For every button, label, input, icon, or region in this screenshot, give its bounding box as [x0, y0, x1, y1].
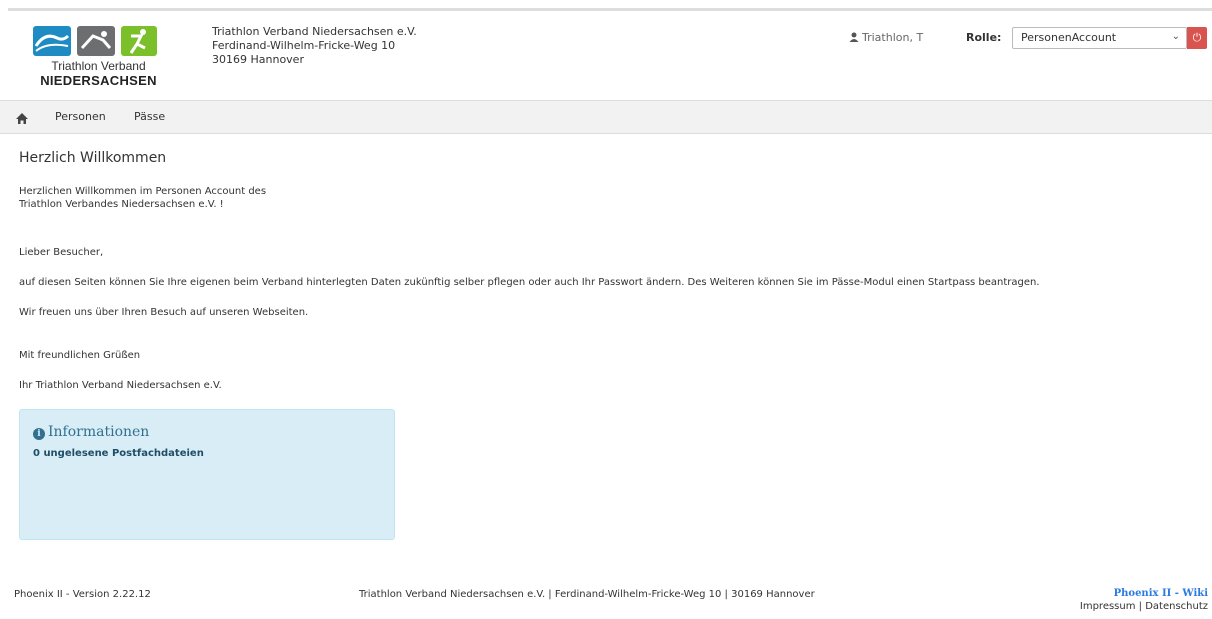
info-panel-title: i Informationen [33, 424, 149, 440]
wiki-link[interactable]: Phoenix II - Wiki [1080, 587, 1208, 600]
logo[interactable]: Triathlon Verband NIEDERSACHSEN [31, 26, 166, 88]
intro-line1: Herzlichen Willkommen im Personen Accoun… [19, 186, 267, 197]
closing: Mit freundlichen Grüßen [19, 350, 141, 361]
intro-line2: Triathlon Verbandes Niedersachsen e.V. ! [19, 199, 224, 210]
power-icon: ⏻ [1192, 31, 1202, 44]
legal-links[interactable]: Impressum | Datenschutz [1080, 600, 1208, 613]
address-line2: Ferdinand-Wilhelm-Fricke-Weg 10 [212, 39, 396, 52]
footer-links: Phoenix II - Wiki Impressum | Datenschut… [1080, 587, 1208, 613]
org-address: Triathlon Verband Niedersachsen e.V. Fer… [212, 25, 417, 67]
header: Triathlon Verband NIEDERSACHSEN Triathlo… [0, 11, 1212, 99]
info-title-text: Informationen [48, 424, 150, 440]
logo-text-line1: Triathlon Verband [51, 59, 146, 73]
user-name[interactable]: Triathlon, T [849, 31, 923, 44]
paragraph-1: auf diesen Seiten können Sie Ihre eigene… [19, 277, 1040, 288]
nav-item-personen[interactable]: Personen [55, 110, 106, 123]
rolle-label: Rolle: [966, 31, 1002, 44]
home-icon[interactable] [15, 110, 29, 124]
main-content: Herzlich Willkommen Herzlichen Willkomme… [19, 150, 1199, 391]
rolle-select-value: PersonenAccount [1021, 31, 1117, 44]
address-line1: Triathlon Verband Niedersachsen e.V. [212, 25, 417, 38]
main-nav: Personen Pässe [0, 100, 1212, 134]
greeting: Lieber Besucher, [19, 247, 104, 258]
unread-mail-count[interactable]: 0 ungelesene Postfachdateien [33, 448, 204, 459]
logout-button[interactable]: ⏻ [1187, 27, 1207, 49]
user-icon [849, 32, 859, 42]
logo-text-line2: NIEDERSACHSEN [40, 73, 157, 88]
address-line3: 30169 Hannover [212, 53, 304, 66]
chevron-down-icon: ⌄ [1171, 31, 1180, 42]
info-panel: i Informationen 0 ungelesene Postfachdate… [19, 409, 395, 540]
info-icon: i [33, 428, 45, 440]
user-name-label: Triathlon, T [862, 31, 924, 44]
rolle-select[interactable]: PersonenAccount ⌄ [1012, 27, 1187, 49]
bike-tile-icon [77, 26, 115, 56]
user-box: Triathlon, T Rolle: PersonenAccount ⌄ ⏻ [812, 27, 1212, 51]
swim-tile-icon [33, 26, 71, 56]
signature: Ihr Triathlon Verband Niedersachsen e.V. [19, 380, 222, 391]
nav-item-paesse[interactable]: Pässe [134, 110, 165, 123]
paragraph-2: Wir freuen uns über Ihren Besuch auf uns… [19, 307, 309, 318]
footer-address: Triathlon Verband Niedersachsen e.V. | F… [359, 589, 815, 600]
footer-version: Phoenix II - Version 2.22.12 [14, 589, 151, 600]
run-tile-icon [121, 26, 157, 56]
page-title: Herzlich Willkommen [19, 150, 167, 166]
